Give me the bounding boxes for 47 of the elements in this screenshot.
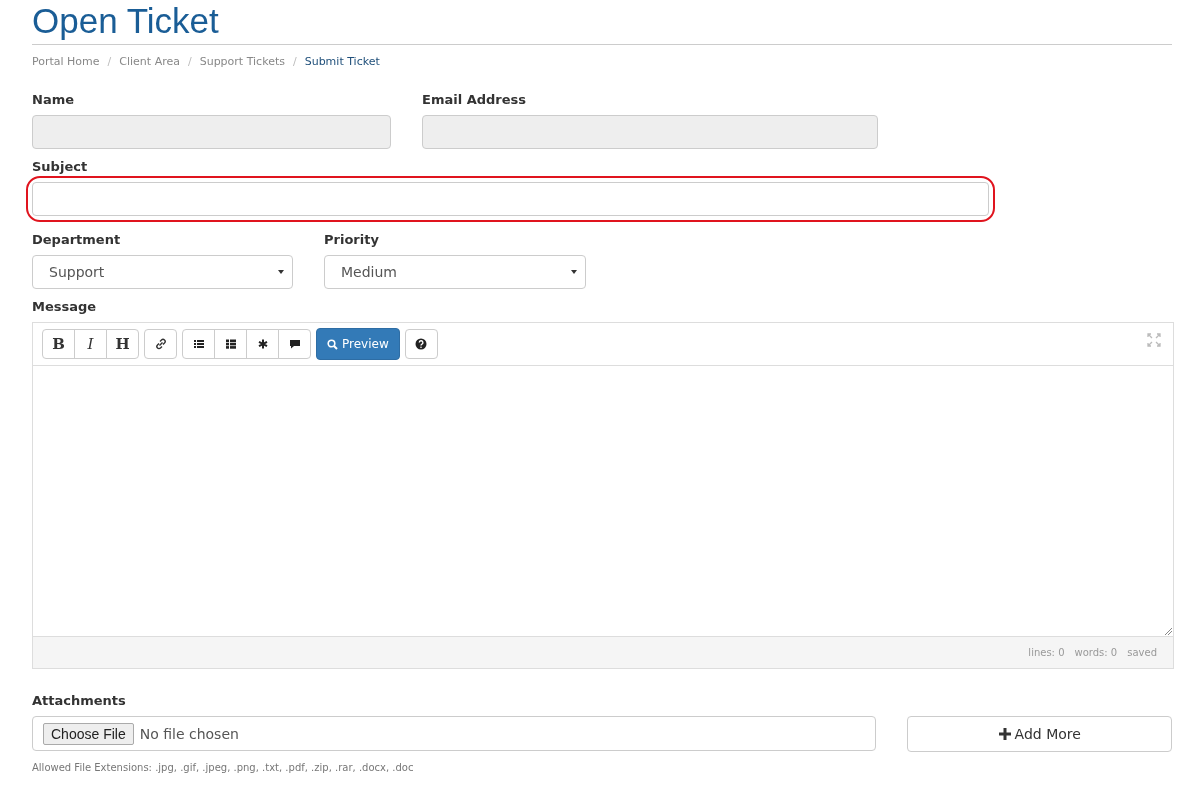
- help-icon: [415, 338, 428, 350]
- breadcrumb-separator: /: [292, 55, 297, 68]
- bullet-list-button[interactable]: [182, 329, 215, 359]
- add-more-button[interactable]: Add More: [907, 716, 1172, 752]
- bullet-list-icon: [192, 338, 205, 350]
- comment-icon: [288, 338, 301, 350]
- breadcrumb-link[interactable]: Client Area: [119, 55, 180, 68]
- format-button[interactable]: I: [74, 329, 107, 359]
- field-label: Email Address: [422, 92, 527, 107]
- help-text: Allowed File Extensions: .jpg, .gif, .jpeg, .png, .txt, .pdf, .zip, .rar, .docx, .doc: [32, 762, 415, 773]
- field-label: Department: [32, 232, 122, 247]
- file-status: No file chosen: [139, 725, 239, 742]
- numbered-list-icon: [224, 338, 237, 350]
- format-button[interactable]: H: [106, 329, 139, 359]
- resize-grip-icon[interactable]: [1164, 627, 1172, 635]
- editor-status: saved: [1127, 647, 1157, 658]
- page-title: Open Ticket: [32, 0, 1172, 45]
- caret-icon: [278, 270, 284, 274]
- field-label: Attachments: [32, 693, 127, 708]
- breadcrumb-separator: /: [107, 55, 112, 68]
- help-button[interactable]: [404, 329, 438, 359]
- preview-button[interactable]: Preview: [316, 328, 400, 360]
- plus-icon: [998, 728, 1011, 740]
- field-label: Priority: [324, 232, 380, 247]
- message-editor[interactable]: B I H Preview lines: 0 words: 0 saved: [32, 322, 1174, 669]
- numbered-list-button[interactable]: [214, 329, 247, 359]
- subject-field[interactable]: [32, 182, 989, 216]
- field-label: Message: [32, 299, 98, 314]
- field-label: Name: [32, 92, 75, 107]
- editor-status: lines: 0: [1028, 647, 1065, 658]
- asterisk-button[interactable]: [246, 329, 279, 359]
- caret-icon: [571, 270, 577, 274]
- choose-file-button[interactable]: Choose File: [43, 722, 134, 745]
- format-button[interactable]: B: [42, 329, 75, 359]
- link-icon: [154, 338, 167, 350]
- link-button[interactable]: [144, 329, 177, 359]
- breadcrumb-separator: /: [187, 55, 192, 68]
- asterisk-icon: [256, 338, 269, 350]
- breadcrumb-link[interactable]: Support Tickets: [199, 55, 285, 68]
- file-input[interactable]: Choose File No file chosen: [32, 716, 877, 751]
- breadcrumb-link[interactable]: Portal Home: [32, 55, 100, 68]
- comment-button[interactable]: [278, 329, 311, 359]
- search-icon: [327, 338, 338, 350]
- editor-status: words: 0: [1074, 647, 1118, 658]
- field-label: Subject: [32, 159, 89, 174]
- department-select[interactable]: Support: [32, 255, 293, 289]
- priority-select[interactable]: Medium: [324, 255, 586, 289]
